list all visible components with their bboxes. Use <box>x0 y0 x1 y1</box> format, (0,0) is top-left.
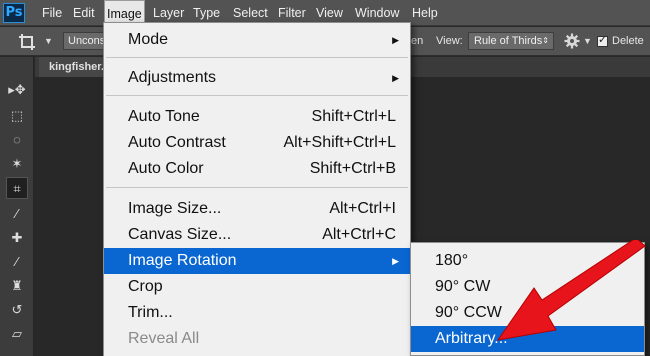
menu-separator <box>106 95 408 96</box>
eraser-icon[interactable]: ▱ <box>6 323 28 345</box>
image-menu-dropdown: Mode ▶ Adjustments ▶ Auto Tone Shift+Ctr… <box>103 22 411 356</box>
menu-item-adjustments[interactable]: Adjustments ▶ <box>104 65 410 91</box>
menu-item-label: Auto Contrast <box>128 134 226 151</box>
menu-item-shortcut: Alt+Ctrl+C <box>322 226 396 243</box>
tools-panel: ▸✥ ⬚ ◌ ✶ ⌗ ⁄ ✚ ∕ ♜ ↺ ▱ <box>0 57 34 356</box>
menu-help[interactable]: Help <box>412 0 438 26</box>
menu-item-image-rotation[interactable]: Image Rotation ▶ <box>104 248 410 274</box>
menu-separator <box>106 187 408 188</box>
submenu-item-label: 180° <box>435 252 469 269</box>
view-label: View: <box>436 35 463 47</box>
menu-item-auto-tone[interactable]: Auto Tone Shift+Ctrl+L <box>104 104 410 130</box>
eyedropper-icon[interactable]: ⁄ <box>6 203 28 225</box>
menu-item-label: Adjustments <box>128 69 217 86</box>
menu-item-label: Auto Tone <box>128 108 200 125</box>
clone-stamp-icon[interactable]: ♜ <box>6 275 28 297</box>
submenu-arrow-icon: ▶ <box>392 256 399 266</box>
healing-brush-icon[interactable]: ✚ <box>6 227 28 249</box>
submenu-arrow-icon: ▶ <box>392 35 399 45</box>
menu-item-label: Mode <box>128 31 169 48</box>
ratio-select[interactable]: Unconstrained <box>63 32 107 50</box>
menu-item-canvas-size[interactable]: Canvas Size... Alt+Ctrl+C <box>104 222 410 248</box>
menu-item-auto-contrast[interactable]: Auto Contrast Alt+Shift+Ctrl+L <box>104 130 410 156</box>
menu-item-crop[interactable]: Crop <box>104 274 410 300</box>
menu-item-label: Crop <box>128 278 163 295</box>
menu-item-image-size[interactable]: Image Size... Alt+Ctrl+I <box>104 196 410 222</box>
marquee-tool-icon[interactable]: ⬚ <box>6 105 28 127</box>
up-down-arrows-icon: ⇕ <box>542 36 549 45</box>
menu-edit[interactable]: Edit <box>73 0 95 26</box>
menu-item-label: Image Size... <box>128 200 222 217</box>
history-brush-icon[interactable]: ↺ <box>6 299 28 321</box>
options-partial-label: en <box>411 35 424 47</box>
photoshop-window: Ps File Edit Image Layer Type Select Fil… <box>0 0 650 356</box>
submenu-item-label: 90° CW <box>435 278 491 295</box>
brush-icon[interactable]: ∕ <box>6 251 28 273</box>
menu-item-label: Reveal All <box>128 330 200 347</box>
menu-item-label: Image Rotation <box>128 252 237 269</box>
app-logo: Ps <box>3 3 25 23</box>
view-overlay-value: Rule of Thirds <box>474 35 543 47</box>
menu-item-mode[interactable]: Mode ▶ <box>104 27 410 53</box>
menu-item-reveal-all: Reveal All <box>104 326 410 352</box>
magic-wand-icon[interactable]: ✶ <box>6 153 28 175</box>
crop-tool-icon[interactable]: ⌗ <box>6 177 28 199</box>
delete-cropped-checkbox[interactable] <box>597 33 608 47</box>
view-overlay-select[interactable]: Rule of Thirds ⇕ <box>468 32 554 50</box>
menu-item-label: Auto Color <box>128 160 204 177</box>
annotation-arrow-icon <box>496 240 646 341</box>
gear-icon[interactable] <box>564 33 580 49</box>
tool-preset-chevron-down-icon[interactable]: ▼ <box>44 36 53 46</box>
lasso-tool-icon[interactable]: ◌ <box>6 129 28 151</box>
menu-item-auto-color[interactable]: Auto Color Shift+Ctrl+B <box>104 156 410 182</box>
crop-tool-icon[interactable] <box>18 33 36 51</box>
move-tool-icon[interactable]: ▸✥ <box>6 79 28 101</box>
menu-item-shortcut: Alt+Shift+Ctrl+L <box>283 134 397 151</box>
menu-item-shortcut: Shift+Ctrl+B <box>309 160 396 177</box>
menu-separator <box>106 57 408 58</box>
menu-item-trim[interactable]: Trim... <box>104 300 410 326</box>
menu-item-shortcut: Alt+Ctrl+I <box>329 200 396 217</box>
menu-item-label: Canvas Size... <box>128 226 232 243</box>
menu-file[interactable]: File <box>42 0 62 26</box>
submenu-arrow-icon: ▶ <box>392 73 399 83</box>
gear-chevron-down-icon[interactable]: ▼ <box>583 36 592 46</box>
menu-item-shortcut: Shift+Ctrl+L <box>311 108 396 125</box>
menu-item-label: Trim... <box>128 304 173 321</box>
